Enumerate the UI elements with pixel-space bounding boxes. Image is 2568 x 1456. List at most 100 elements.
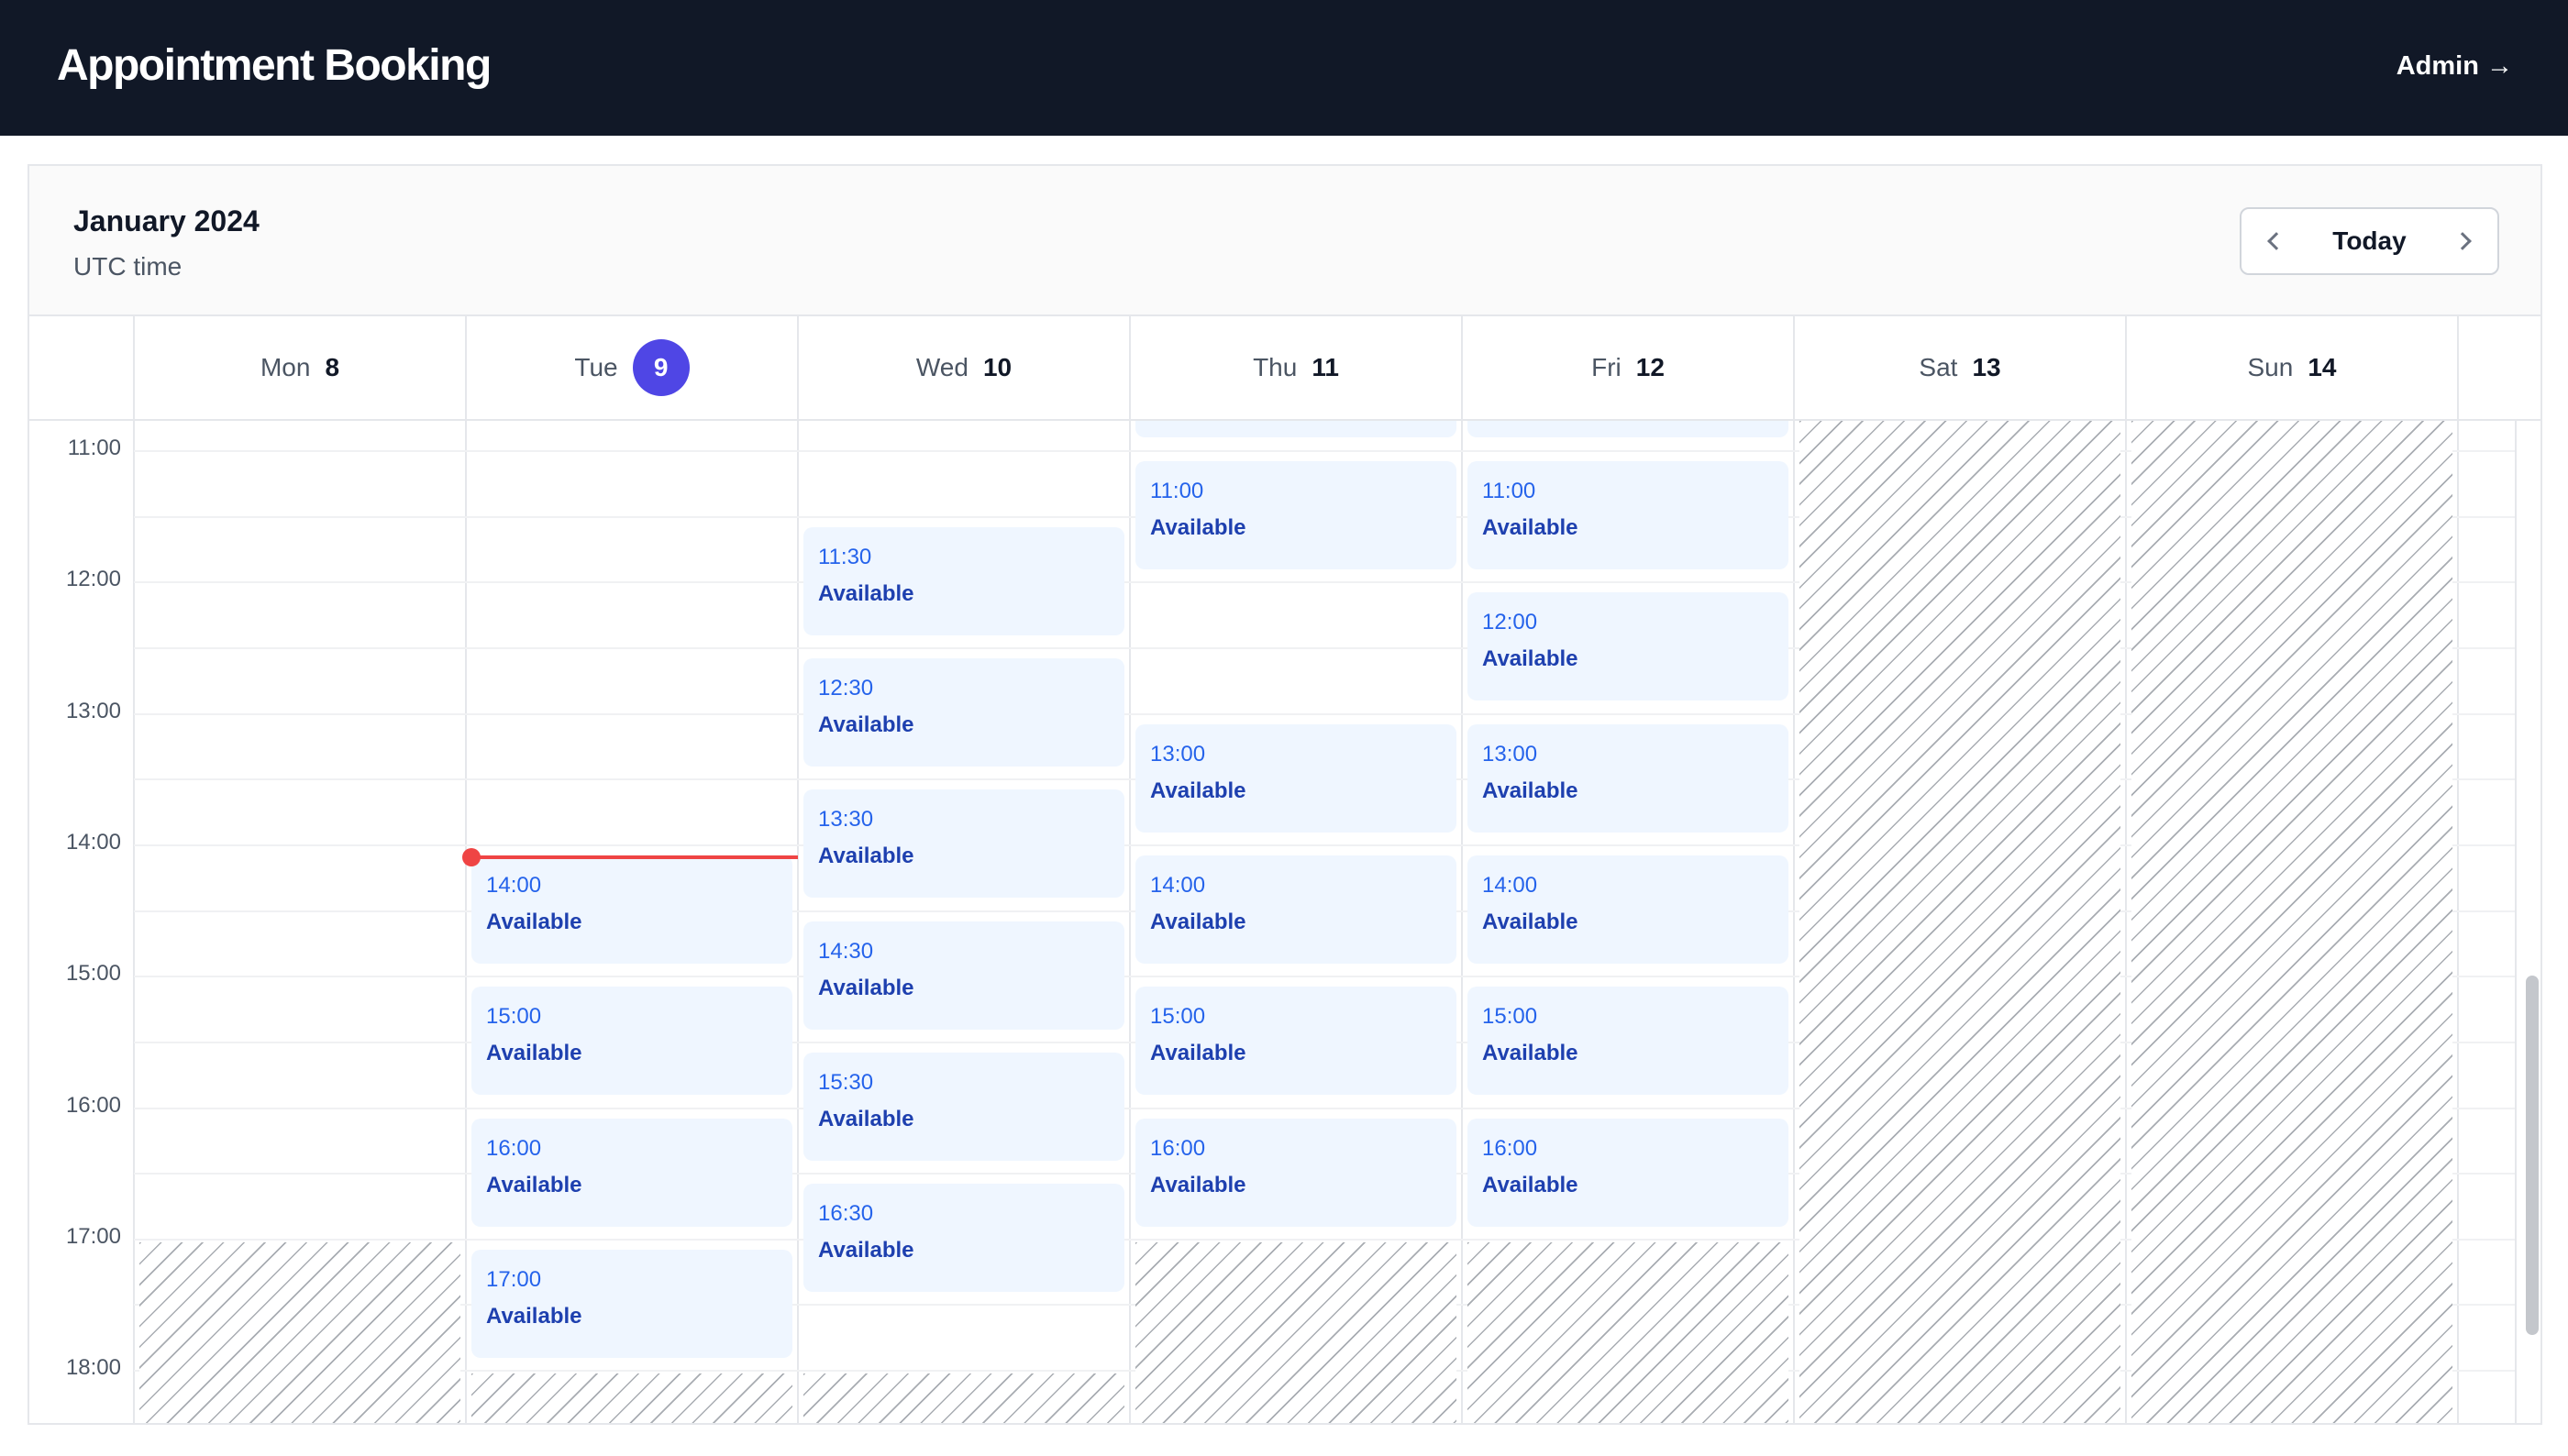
slot-status: Available <box>818 976 914 1000</box>
previous-week-button[interactable] <box>2241 209 2306 273</box>
today-button[interactable]: Today <box>2306 209 2433 273</box>
slot-status: Available <box>1482 910 1578 934</box>
current-time-line <box>466 855 798 859</box>
slot-time: 15:00 <box>486 1004 542 1029</box>
day-name: Sun <box>2247 353 2294 381</box>
scrollbar-thumb[interactable] <box>2526 976 2539 1335</box>
hour-label: 11:00 <box>67 436 121 460</box>
slot-status: Available <box>1150 778 1246 803</box>
slot-card[interactable]: 16:00 Available <box>471 1119 792 1227</box>
slot-time: 14:30 <box>818 939 874 964</box>
day-name: Wed <box>915 353 969 381</box>
column-divider <box>1793 316 1795 1423</box>
slot-card[interactable]: 12:30 Available <box>803 658 1124 767</box>
unavailable-block <box>471 1373 792 1423</box>
column-divider <box>2457 316 2459 1423</box>
day-number: 13 <box>1972 353 2001 381</box>
chevron-left-icon <box>2267 232 2286 250</box>
hour-label: 16:00 <box>65 1093 121 1118</box>
day-name: Mon <box>260 353 311 381</box>
slot-time: 16:00 <box>486 1136 542 1161</box>
slot-card[interactable]: 15:00 Available <box>471 987 792 1095</box>
slot-card[interactable]: 14:00 Available <box>1135 855 1456 964</box>
day-name: Tue <box>574 353 618 381</box>
date-navigation: Today <box>2240 207 2499 275</box>
slot-time: 16:00 <box>1482 1136 1538 1161</box>
slot-status: Available <box>1150 515 1246 540</box>
top-bar: Appointment Booking Admin → <box>0 0 2568 136</box>
slot-status: Available <box>818 712 914 737</box>
slot-card[interactable]: 13:00 Available <box>1467 724 1788 833</box>
slot-card[interactable]: 12:00 Available <box>1467 592 1788 700</box>
column-divider <box>465 316 467 1423</box>
day-number: 12 <box>1635 353 1665 381</box>
slot-card[interactable]: 15:30 Available <box>803 1053 1124 1161</box>
slot-card-partial[interactable] <box>1135 421 1456 437</box>
slot-status: Available <box>1482 1041 1578 1065</box>
slot-status: Available <box>1150 910 1246 934</box>
slot-time: 15:00 <box>1482 1004 1538 1029</box>
hour-label: 12:00 <box>65 567 121 591</box>
slot-status: Available <box>486 910 582 934</box>
hour-label: 14:00 <box>65 830 121 855</box>
slot-card[interactable]: 14:30 Available <box>803 921 1124 1030</box>
slot-status: Available <box>818 1107 914 1131</box>
day-header-mon: Mon 8 <box>134 316 466 419</box>
slot-card[interactable]: 17:00 Available <box>471 1250 792 1358</box>
day-header-fri: Fri 12 <box>1462 316 1794 419</box>
slot-time: 13:30 <box>818 807 874 832</box>
slot-status: Available <box>1482 1173 1578 1197</box>
slot-status: Available <box>1482 515 1578 540</box>
slot-time: 12:00 <box>1482 610 1538 634</box>
slot-time: 11:00 <box>1150 479 1204 503</box>
unavailable-block <box>139 1242 460 1423</box>
slot-status: Available <box>818 1238 914 1263</box>
column-divider <box>133 316 135 1423</box>
day-number: 8 <box>325 353 340 381</box>
hour-label: 13:00 <box>65 699 121 723</box>
chevron-right-icon <box>2453 232 2472 250</box>
slot-status: Available <box>1482 646 1578 671</box>
calendar-header: January 2024 UTC time Today <box>29 166 2540 316</box>
slot-status: Available <box>486 1173 582 1197</box>
slot-card[interactable]: 11:00 Available <box>1467 461 1788 569</box>
slot-time: 14:00 <box>1482 873 1538 898</box>
slot-card-partial[interactable] <box>1467 421 1788 437</box>
day-name: Thu <box>1253 353 1298 381</box>
day-header-row: Mon 8 Tue 9 Wed 10 Thu 11 Fri 12 Sat 13 Sun 14 <box>29 316 2540 421</box>
slot-time: 14:00 <box>1150 873 1206 898</box>
unavailable-block <box>1135 1242 1456 1423</box>
day-number: 14 <box>2308 353 2337 381</box>
slot-card[interactable]: 16:00 Available <box>1467 1119 1788 1227</box>
slot-card[interactable]: 16:00 Available <box>1135 1119 1456 1227</box>
column-divider <box>797 316 799 1423</box>
slot-card[interactable]: 15:00 Available <box>1467 987 1788 1095</box>
slot-time: 12:30 <box>818 676 874 700</box>
slot-status: Available <box>1150 1173 1246 1197</box>
slot-status: Available <box>1482 778 1578 803</box>
admin-link[interactable]: Admin → <box>2396 46 2513 86</box>
next-week-button[interactable] <box>2433 209 2497 273</box>
day-header-tue: Tue 9 <box>466 316 798 419</box>
slot-card[interactable]: 13:30 Available <box>803 789 1124 898</box>
day-name: Sat <box>1919 353 1958 381</box>
slot-time: 13:00 <box>1482 742 1538 767</box>
slot-status: Available <box>486 1041 582 1065</box>
slot-card[interactable]: 16:30 Available <box>803 1184 1124 1292</box>
slot-card[interactable]: 13:00 Available <box>1135 724 1456 833</box>
slot-card[interactable]: 14:00 Available <box>471 855 792 964</box>
slot-time: 14:00 <box>486 873 542 898</box>
unavailable-block <box>1467 1242 1788 1423</box>
month-title: January 2024 <box>73 204 260 237</box>
slot-card[interactable]: 15:00 Available <box>1135 987 1456 1095</box>
slot-status: Available <box>818 844 914 868</box>
column-divider <box>2125 316 2127 1423</box>
slot-card[interactable]: 14:00 Available <box>1467 855 1788 964</box>
column-divider <box>1129 316 1131 1423</box>
slot-card[interactable]: 11:00 Available <box>1135 461 1456 569</box>
unavailable-block <box>2131 421 2452 1423</box>
scrollbar[interactable] <box>2515 421 2540 1423</box>
current-time-dot <box>462 848 481 866</box>
slot-time: 15:00 <box>1150 1004 1206 1029</box>
slot-card[interactable]: 11:30 Available <box>803 527 1124 635</box>
